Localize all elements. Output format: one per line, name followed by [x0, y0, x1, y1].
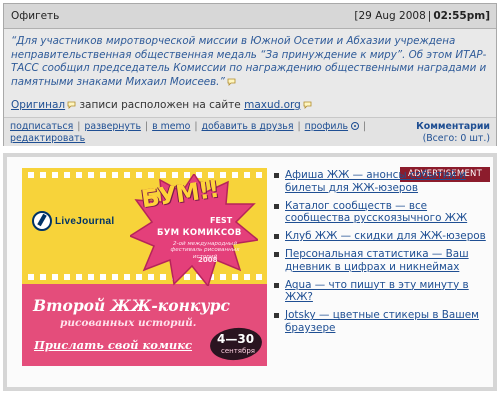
list-item: Персональная статистика — Ваш дневник в …	[272, 248, 494, 273]
promo-link-catalog[interactable]: Каталог сообществ — все сообщества русск…	[285, 200, 467, 225]
edit-link[interactable]: редактировать	[10, 133, 85, 144]
profile-link[interactable]: профиль	[305, 121, 348, 132]
entry-time: 02:55pm]	[433, 10, 490, 22]
livejournal-logo-text: LiveJournal	[55, 215, 115, 227]
divider: |	[191, 121, 201, 132]
comments-label[interactable]: Комментарии	[416, 121, 490, 132]
profile-icon[interactable]	[351, 122, 360, 130]
promo-link-stats[interactable]: Персональная статистика — Ваш дневник в …	[285, 248, 469, 273]
comics-contest-banner[interactable]: LiveJournal БУМ!! FEST БУМ КОМИКСОВ 2-ой…	[22, 168, 267, 366]
subscribe-link[interactable]: подписаться	[10, 121, 73, 132]
entry-source-line: Оригинал записи расположен на сайте maxu…	[11, 99, 312, 111]
add-friend-link[interactable]: добавить в друзья	[202, 121, 294, 132]
list-item: Афиша ЖЖ — анонсы событий и билеты для Ж…	[272, 169, 494, 194]
livejournal-pen-icon	[32, 211, 52, 231]
festival-year: 2008	[198, 256, 218, 264]
dates-month: сентября	[221, 347, 255, 355]
entry-title: Офигеть	[11, 10, 60, 22]
comments-block[interactable]: Комментарии (Всего: 0 шт.)	[380, 121, 490, 145]
dates-range: 4—30	[217, 332, 255, 346]
expand-link[interactable]: развернуть	[84, 121, 141, 132]
comments-count: (Всего: 0 шт.)	[422, 133, 490, 144]
divider: |	[74, 121, 84, 132]
list-item: Aqua — что пишут в эту минуту в ЖЖ?	[272, 279, 494, 304]
entry-header: Офигеть [29 Aug 2008 | 02:55pm]	[4, 4, 496, 29]
memo-link[interactable]: в memo	[152, 121, 190, 132]
entry-footer: подписаться | развернуть | в memo | доба…	[4, 117, 496, 146]
banner-subline: рисованных историй.	[60, 317, 197, 329]
promo-links-list: Афиша ЖЖ — анонсы событий и билеты для Ж…	[272, 169, 494, 340]
original-link[interactable]: Оригинал	[11, 99, 65, 111]
promo-link-club[interactable]: Клуб ЖЖ — скидки для ЖЖ-юзеров	[285, 230, 486, 242]
list-item: Jotsky — цветные стикеры в Вашем браузер…	[272, 309, 494, 334]
source-text: записи расположен на сайте	[76, 99, 245, 111]
advertisement-box: ADVERTISEMENT LiveJournal БУМ!! FEST БУМ…	[3, 153, 497, 391]
entry-date: [29 Aug 2008	[354, 10, 426, 22]
source-site-link[interactable]: maxud.org	[244, 99, 301, 111]
journal-entry: Офигеть [29 Aug 2008 | 02:55pm] “Для участ…	[3, 3, 497, 146]
banner-headline: Второй ЖЖ-конкурс	[33, 296, 230, 315]
list-item: Каталог сообществ — все сообщества русск…	[272, 200, 494, 225]
fest-text: FEST	[210, 216, 233, 225]
festival-subtitle: БУМ КОМИКСОВ	[157, 228, 242, 238]
speech-bubble-icon[interactable]	[67, 101, 76, 109]
speech-bubble-icon[interactable]	[303, 101, 312, 109]
list-item: Клуб ЖЖ — скидки для ЖЖ-юзеров	[272, 230, 494, 243]
speech-bubble-icon[interactable]	[227, 78, 236, 86]
divider: |	[360, 121, 367, 132]
divider: |	[294, 121, 304, 132]
divider: |	[141, 121, 152, 132]
promo-link-jotsky[interactable]: Jotsky — цветные стикеры в Вашем браузер…	[285, 309, 479, 334]
entry-actions: подписаться | развернуть | в memo | доба…	[10, 121, 380, 145]
entry-body: “Для участников миротворческой миссии в …	[11, 35, 489, 89]
entry-datetime: [29 Aug 2008 | 02:55pm]	[354, 10, 490, 22]
send-comic-link[interactable]: Прислать свой комикс	[34, 338, 192, 352]
promo-link-aqua[interactable]: Aqua — что пишут в эту минуту в ЖЖ?	[285, 279, 469, 304]
livejournal-logo: LiveJournal	[32, 208, 114, 234]
promo-link-afisha[interactable]: Афиша ЖЖ — анонсы событий и билеты для Ж…	[285, 169, 466, 194]
entry-quote-text: “Для участников миротворческой миссии в …	[11, 35, 487, 88]
